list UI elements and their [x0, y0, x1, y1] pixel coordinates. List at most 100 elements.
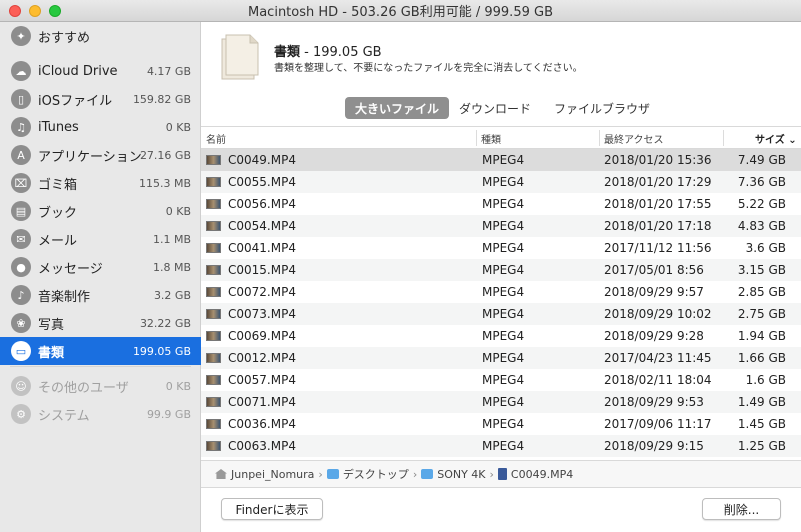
- column-header-kind[interactable]: 種類: [481, 131, 501, 146]
- sidebar-item[interactable]: ☺ その他のユーザ 0 KB: [0, 372, 201, 400]
- file-table: C0049.MP4 MPEG4 2018/01/20 15:36 7.49 GB C00…: [201, 149, 801, 460]
- table-row[interactable]: C0073.MP4 MPEG4 2018/09/29 10:02 2.75 GB: [201, 303, 801, 325]
- table-row[interactable]: C0072.MP4 MPEG4 2018/09/29 9:57 2.85 GB: [201, 281, 801, 303]
- video-thumbnail-icon: [206, 243, 221, 253]
- sidebar-item-label: アプリケーション: [38, 149, 142, 165]
- sidebar-item[interactable]: ✦ おすすめ: [0, 22, 201, 50]
- file-size: 1.6 GB: [745, 373, 786, 387]
- sidebar-item-size: 199.05 GB: [132, 344, 191, 358]
- sidebar-item-size: 4.17 GB: [146, 64, 191, 78]
- file-size: 2.85 GB: [737, 285, 786, 299]
- last-access-date: 2017/11/12 11:56: [604, 241, 712, 255]
- sidebar-item[interactable]: ⌧ ゴミ箱 115.3 MB: [0, 169, 201, 197]
- sidebar-item[interactable]: A アプリケーション 27.16 GB: [0, 141, 201, 169]
- table-row[interactable]: C0056.MP4 MPEG4 2018/01/20 17:55 5.22 GB: [201, 193, 801, 215]
- table-row[interactable]: C0055.MP4 MPEG4 2018/01/20 17:29 7.36 GB: [201, 171, 801, 193]
- last-access-date: 2018/09/29 9:57: [604, 285, 704, 299]
- sidebar-item-size: 159.82 GB: [132, 92, 191, 106]
- file-size: 4.83 GB: [737, 219, 786, 233]
- table-row[interactable]: C0071.MP4 MPEG4 2018/09/29 9:53 1.49 GB: [201, 391, 801, 413]
- sidebar-item[interactable]: ☁ iCloud Drive 4.17 GB: [0, 57, 201, 85]
- sidebar-item-label: システム: [38, 408, 90, 424]
- table-row[interactable]: C0054.MP4 MPEG4 2018/01/20 17:18 4.83 GB: [201, 215, 801, 237]
- video-thumbnail-icon: [206, 287, 221, 297]
- folder-icon: [326, 469, 339, 479]
- app-store-icon: A: [11, 145, 31, 165]
- tab-file-browser[interactable]: ファイルブラウザ: [544, 97, 660, 119]
- video-thumbnail-icon: [206, 441, 221, 451]
- path-crumb-label: SONY 4K: [437, 467, 486, 481]
- sidebar-item-size: 0 KB: [165, 204, 191, 218]
- column-header-size[interactable]: サイズ ⌄: [755, 131, 797, 146]
- sidebar-item-label: その他のユーザ: [38, 380, 129, 396]
- music-note-icon: ♫: [11, 117, 31, 137]
- zoom-window-button[interactable]: [49, 5, 61, 17]
- video-thumbnail-icon: [206, 419, 221, 429]
- path-crumb[interactable]: Junpei_Nomura: [215, 468, 314, 481]
- close-window-button[interactable]: [9, 5, 21, 17]
- sidebar-item-size: 1.8 MB: [152, 260, 191, 274]
- file-size: 1.49 GB: [737, 395, 786, 409]
- column-divider[interactable]: [723, 130, 724, 146]
- sidebar-item-label: iCloud Drive: [38, 63, 118, 79]
- last-access-date: 2017/05/01 8:56: [604, 263, 704, 277]
- table-row[interactable]: C0015.MP4 MPEG4 2017/05/01 8:56 3.15 GB: [201, 259, 801, 281]
- sidebar-item[interactable]: ✉ メール 1.1 MB: [0, 225, 201, 253]
- folder-icon: [421, 469, 434, 479]
- sidebar-item-size: 3.2 GB: [153, 288, 191, 302]
- path-crumb-label: Junpei_Nomura: [231, 467, 315, 481]
- table-row[interactable]: C0041.MP4 MPEG4 2017/11/12 11:56 3.6 GB: [201, 237, 801, 259]
- table-row[interactable]: C0069.MP4 MPEG4 2018/09/29 9:28 1.94 GB: [201, 325, 801, 347]
- video-thumbnail-icon: [206, 177, 221, 187]
- show-in-finder-button[interactable]: Finderに表示: [221, 498, 323, 520]
- file-kind: MPEG4: [482, 263, 525, 277]
- table-row[interactable]: C0012.MP4 MPEG4 2017/04/23 11:45 1.66 GB: [201, 347, 801, 369]
- tab-large-files[interactable]: 大きいファイル: [345, 97, 450, 119]
- phone-icon: ▯: [11, 89, 31, 109]
- sidebar: ✦ おすすめ ☁ iCloud Drive 4.17 GB ▯ iOSファイル 159.82 …: [0, 22, 201, 532]
- file-name: C0073.MP4: [228, 307, 296, 321]
- column-header-name[interactable]: 名前: [206, 131, 226, 146]
- column-divider[interactable]: [476, 130, 477, 146]
- sidebar-item[interactable]: ● メッセージ 1.8 MB: [0, 253, 201, 281]
- video-thumbnail-icon: [206, 265, 221, 275]
- path-crumb-label: デスクトップ: [342, 468, 409, 481]
- sidebar-item-label: iTunes: [38, 119, 79, 135]
- sidebar-item-label: メッセージ: [38, 261, 103, 277]
- category-size: - 199.05 GB: [300, 45, 382, 60]
- sidebar-item[interactable]: ▤ ブック 0 KB: [0, 197, 201, 225]
- sidebar-item-label: おすすめ: [38, 30, 91, 46]
- sidebar-item[interactable]: ▭ 書類 199.05 GB: [0, 337, 201, 365]
- last-access-date: 2018/01/20 17:55: [604, 197, 712, 211]
- path-crumb[interactable]: SONY 4K: [421, 467, 486, 481]
- file-name: C0063.MP4: [228, 439, 296, 453]
- column-divider[interactable]: [599, 130, 600, 146]
- sidebar-item[interactable]: ▯ iOSファイル 159.82 GB: [0, 85, 201, 113]
- category-description: 書類を整理して、不要になったファイルを完全に消去してください。: [274, 63, 583, 74]
- column-header-last-access[interactable]: 最終アクセス: [604, 131, 664, 146]
- sidebar-item[interactable]: ❀ 写真 32.22 GB: [0, 309, 201, 337]
- minimize-window-button[interactable]: [29, 5, 41, 17]
- sidebar-item-size: 0 KB: [165, 120, 191, 134]
- file-name: C0072.MP4: [228, 285, 296, 299]
- last-access-date: 2018/01/20 17:29: [604, 175, 712, 189]
- sidebar-item-size: 32.22 GB: [139, 316, 191, 330]
- sidebar-item[interactable]: ⚙ システム 99.9 GB: [0, 400, 201, 428]
- table-row[interactable]: C0057.MP4 MPEG4 2018/02/11 18:04 1.6 GB: [201, 369, 801, 391]
- path-crumb[interactable]: C0049.MP4: [497, 468, 573, 481]
- sidebar-item-size: 115.3 MB: [138, 176, 191, 190]
- table-row[interactable]: C0036.MP4 MPEG4 2017/09/06 11:17 1.45 GB: [201, 413, 801, 435]
- path-separator: ›: [412, 467, 418, 481]
- path-crumb[interactable]: デスクトップ: [326, 466, 409, 482]
- sidebar-item[interactable]: ♫ iTunes 0 KB: [0, 113, 201, 141]
- table-row[interactable]: C0049.MP4 MPEG4 2018/01/20 15:36 7.49 GB: [201, 149, 801, 171]
- table-row[interactable]: C0063.MP4 MPEG4 2018/09/29 9:15 1.25 GB: [201, 435, 801, 457]
- sidebar-item[interactable]: ♪ 音楽制作 3.2 GB: [0, 281, 201, 309]
- path-separator: ›: [318, 467, 323, 481]
- tab-downloads[interactable]: ダウンロード: [449, 97, 541, 119]
- mail-icon: ✉: [11, 229, 31, 249]
- cloud-icon: ☁: [11, 61, 31, 81]
- sidebar-item-label: ゴミ箱: [38, 177, 78, 193]
- delete-button[interactable]: 削除...: [702, 498, 781, 520]
- file-size: 1.66 GB: [737, 351, 786, 365]
